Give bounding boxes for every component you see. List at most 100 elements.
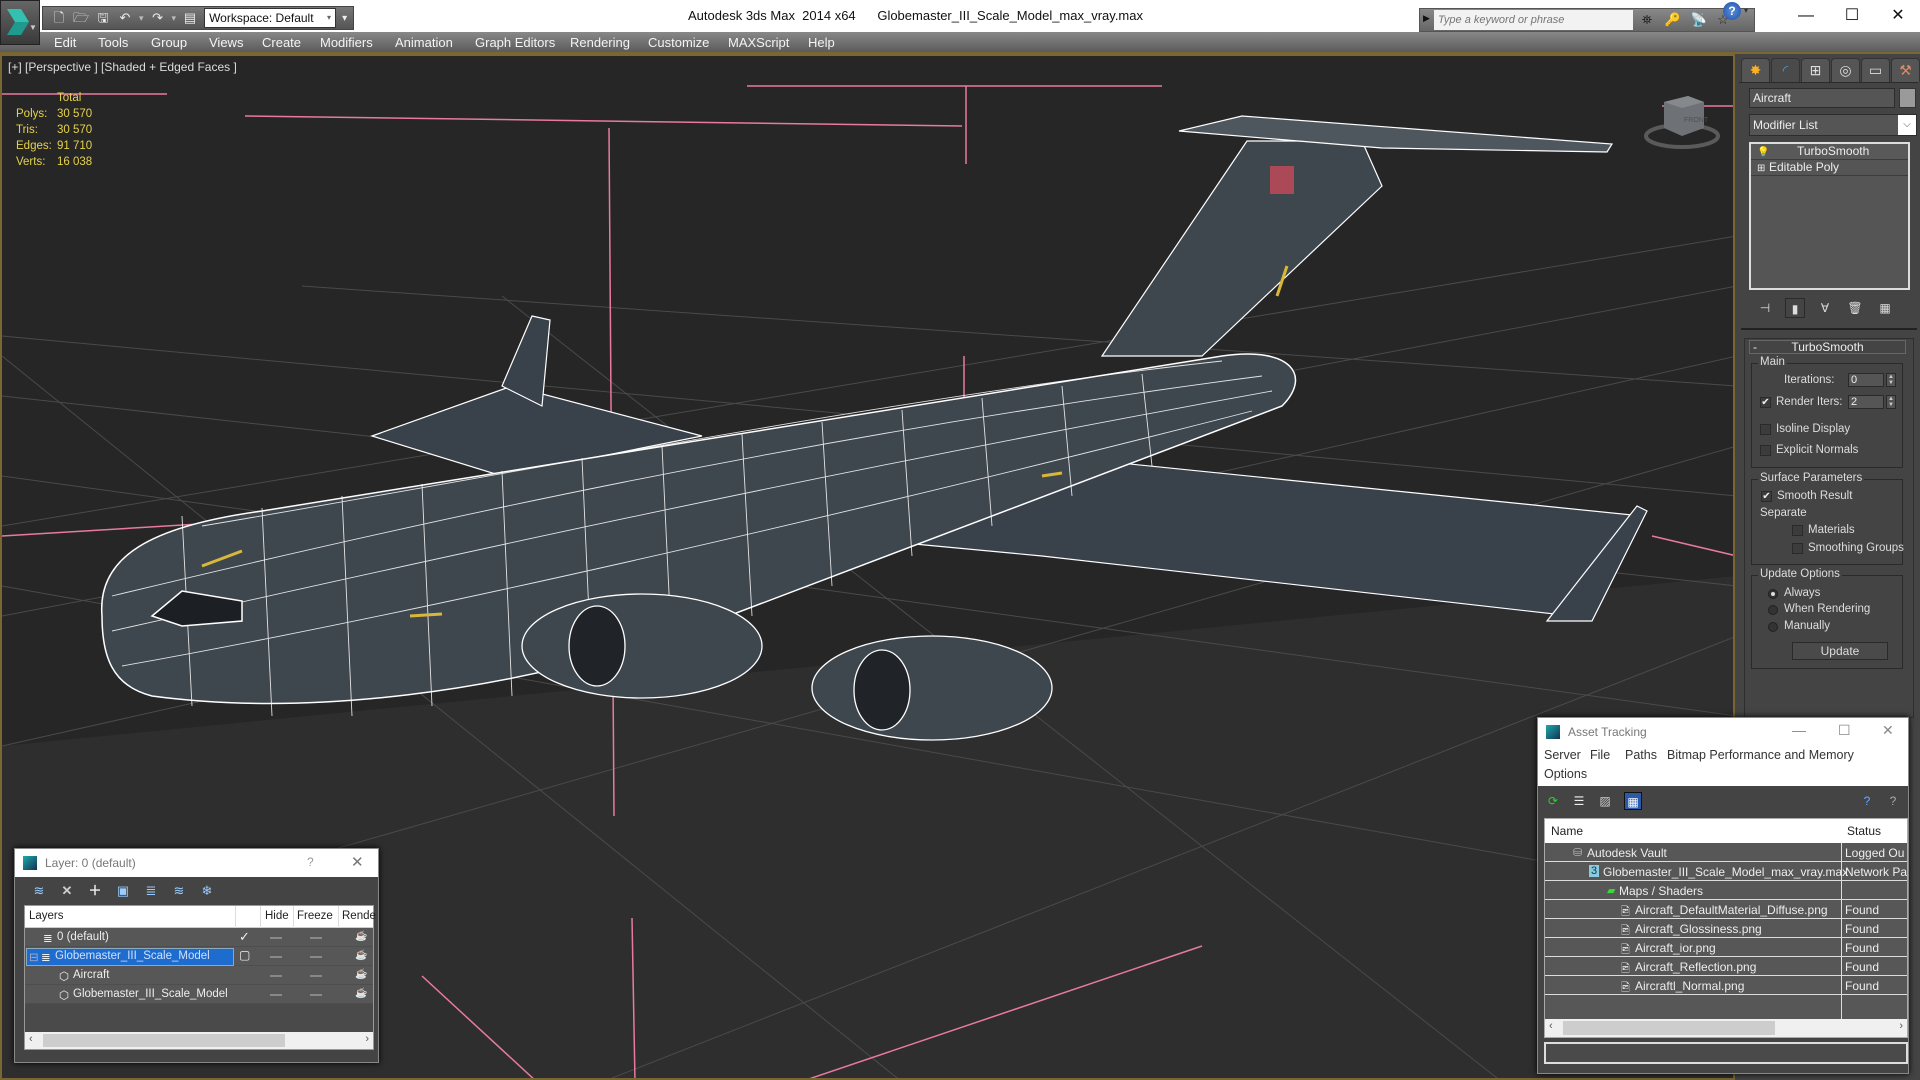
freeze-toggle[interactable] — [310, 994, 322, 996]
delete-layer-icon[interactable]: ✕ — [59, 883, 75, 899]
menu-options[interactable]: Options — [1544, 767, 1587, 781]
save-file-icon[interactable]: 🖫 — [95, 10, 111, 26]
help-icon[interactable]: ? — [1723, 2, 1741, 20]
scroll-left-icon[interactable]: ‹ — [1549, 1020, 1553, 1032]
key-icon[interactable]: 🔑 — [1664, 11, 1682, 29]
scrollbar-thumb[interactable] — [43, 1034, 285, 1047]
menu-graph-editors[interactable]: Graph Editors — [475, 35, 555, 50]
menu-maxscript[interactable]: MAXScript — [728, 35, 789, 50]
lightbulb-icon[interactable]: 💡 — [1757, 145, 1769, 160]
column-header-layers[interactable]: Layers — [29, 910, 64, 922]
menu-bitmap-performance[interactable]: Bitmap Performance and Memory — [1667, 748, 1854, 762]
add-to-layer-icon[interactable]: ＋ — [87, 883, 103, 899]
isoline-display-checkbox[interactable] — [1760, 424, 1771, 435]
iterations-spinner[interactable]: 0 — [1848, 373, 1884, 387]
smooth-result-checkbox[interactable]: ✔ — [1761, 491, 1772, 502]
stack-item-editable-poly[interactable]: ⊞ Editable Poly — [1751, 160, 1908, 176]
menu-edit[interactable]: Edit — [54, 35, 76, 50]
refresh-icon[interactable]: ⟳ — [1544, 792, 1562, 810]
asset-row[interactable]: 🖻 Aircraft_Reflection.png Found — [1545, 957, 1907, 976]
utilities-tab[interactable]: ⚒ — [1891, 58, 1920, 82]
open-file-icon[interactable]: 🗁 — [73, 10, 89, 26]
hierarchy-tab[interactable]: ⊞ — [1801, 58, 1830, 82]
create-tab[interactable]: ✸ — [1741, 58, 1770, 82]
asset-row[interactable]: 🖻 Aircraft_DefaultMaterial_Diffuse.png F… — [1545, 900, 1907, 919]
always-radio[interactable] — [1768, 589, 1778, 599]
column-header-name[interactable]: Name — [1551, 824, 1583, 838]
stack-item-turbosmooth[interactable]: 💡 TurboSmooth — [1751, 144, 1908, 160]
keyword-search-input[interactable] — [1434, 10, 1633, 30]
layer-row[interactable]: ≣ 0 (default) ✓ ☕ — [25, 928, 373, 947]
asset-row[interactable]: 🖻 Aircraft_ior.png Found — [1545, 938, 1907, 957]
layer-row[interactable]: ⊟ ≣ Globemaster_III_Scale_Model ▢ ☕ — [25, 947, 373, 966]
asset-row[interactable]: 🖻 Aircraft_Glossiness.png Found — [1545, 919, 1907, 938]
redo-icon[interactable]: ↷ — [150, 10, 166, 26]
redo-dropdown-icon[interactable]: ▾ — [172, 13, 177, 24]
freeze-toggle[interactable] — [310, 937, 322, 939]
close-button[interactable]: ✕ — [1878, 4, 1918, 28]
object-color-swatch[interactable] — [1899, 88, 1916, 108]
render-teapot-icon[interactable]: ☕ — [355, 969, 367, 980]
menu-server[interactable]: Server — [1544, 748, 1581, 762]
minimize-button[interactable]: — — [1786, 4, 1826, 28]
spinner-arrows-icon[interactable]: ▲ ▼ — [1886, 373, 1896, 387]
undo-icon[interactable]: ↶ — [117, 10, 133, 26]
display-tab[interactable]: ▭ — [1861, 58, 1890, 82]
freeze-toggle[interactable] — [310, 956, 322, 958]
expand-plus-icon[interactable]: ⊞ — [1757, 161, 1765, 176]
smoothing-groups-checkbox[interactable] — [1792, 543, 1803, 554]
list-view-icon[interactable]: ☰ — [1570, 792, 1588, 810]
render-teapot-icon[interactable]: ☕ — [355, 950, 367, 961]
customize-toolbar-icon[interactable]: ▾ — [342, 13, 347, 24]
explicit-normals-checkbox[interactable] — [1760, 445, 1771, 456]
table-view-icon[interactable]: ▦ — [1624, 792, 1642, 810]
application-menu-button[interactable]: ▼ — [0, 0, 40, 45]
rollout-header[interactable]: - TurboSmooth — [1749, 340, 1906, 354]
viewcube[interactable]: FRONT — [1642, 86, 1722, 156]
column-header-status[interactable]: Status — [1847, 824, 1881, 838]
show-end-result-icon[interactable]: ▮ — [1785, 298, 1805, 318]
scroll-left-icon[interactable]: ‹ — [29, 1033, 33, 1045]
menu-group[interactable]: Group — [151, 35, 187, 50]
render-iters-spinner[interactable]: 2 — [1848, 395, 1884, 409]
update-button[interactable]: Update — [1792, 642, 1888, 660]
chevron-down-icon[interactable]: ▾ — [1744, 6, 1748, 15]
menu-help[interactable]: Help — [808, 35, 835, 50]
modify-tab[interactable]: ◜ — [1771, 58, 1800, 82]
help-button[interactable]: ? — [307, 855, 314, 869]
undo-dropdown-icon[interactable]: ▾ — [139, 13, 144, 24]
when-rendering-radio[interactable] — [1768, 605, 1778, 615]
column-header-freeze[interactable]: Freeze — [297, 910, 333, 922]
maximize-button[interactable]: ☐ — [1838, 722, 1851, 739]
render-teapot-icon[interactable]: ☕ — [355, 988, 367, 999]
vault-help-icon[interactable]: ? — [1858, 792, 1876, 810]
hide-all-layers-icon[interactable]: ≋ — [171, 883, 187, 899]
minimize-button[interactable]: — — [1792, 722, 1806, 738]
viewport-label-menu[interactable]: [+] [Perspective ] [Shaded + Edged Faces… — [8, 60, 237, 74]
asset-row[interactable]: ▰ Maps / Shaders — [1545, 881, 1907, 900]
menu-rendering[interactable]: Rendering — [570, 35, 630, 50]
menu-animation[interactable]: Animation — [395, 35, 453, 50]
menu-file[interactable]: File — [1590, 748, 1610, 762]
layer-row[interactable]: ⬡ Globemaster_III_Scale_Model ☕ — [25, 985, 373, 1004]
materials-checkbox[interactable] — [1792, 525, 1803, 536]
pin-stack-icon[interactable]: ⊣ — [1755, 298, 1775, 318]
hide-toggle[interactable] — [270, 937, 282, 939]
layer-row[interactable]: ⬡ Aircraft ☕ — [25, 966, 373, 985]
binoculars-icon[interactable]: ⛯ — [1638, 11, 1656, 29]
asset-row[interactable]: 3 Globemaster_III_Scale_Model_max_vray.m… — [1545, 862, 1907, 881]
maximize-button[interactable]: ☐ — [1832, 4, 1872, 28]
menu-modifiers[interactable]: Modifiers — [320, 35, 373, 50]
asset-row[interactable]: 🖻 Aircraftl_Normal.png Found — [1545, 976, 1907, 995]
scrollbar-thumb[interactable] — [1563, 1021, 1775, 1035]
freeze-toggle[interactable] — [310, 975, 322, 977]
manually-radio[interactable] — [1768, 622, 1778, 632]
menu-paths[interactable]: Paths — [1625, 748, 1657, 762]
collapse-icon[interactable]: ⊟ — [29, 950, 39, 964]
freeze-all-layers-icon[interactable]: ❄ — [199, 883, 215, 899]
project-folder-icon[interactable]: ▤ — [182, 10, 198, 26]
scroll-right-icon[interactable]: › — [1899, 1020, 1903, 1032]
expand-arrow-icon[interactable]: ▶ — [1423, 13, 1430, 24]
render-iters-checkbox[interactable]: ✔ — [1760, 397, 1771, 408]
select-objects-in-layer-icon[interactable]: ▣ — [115, 883, 131, 899]
